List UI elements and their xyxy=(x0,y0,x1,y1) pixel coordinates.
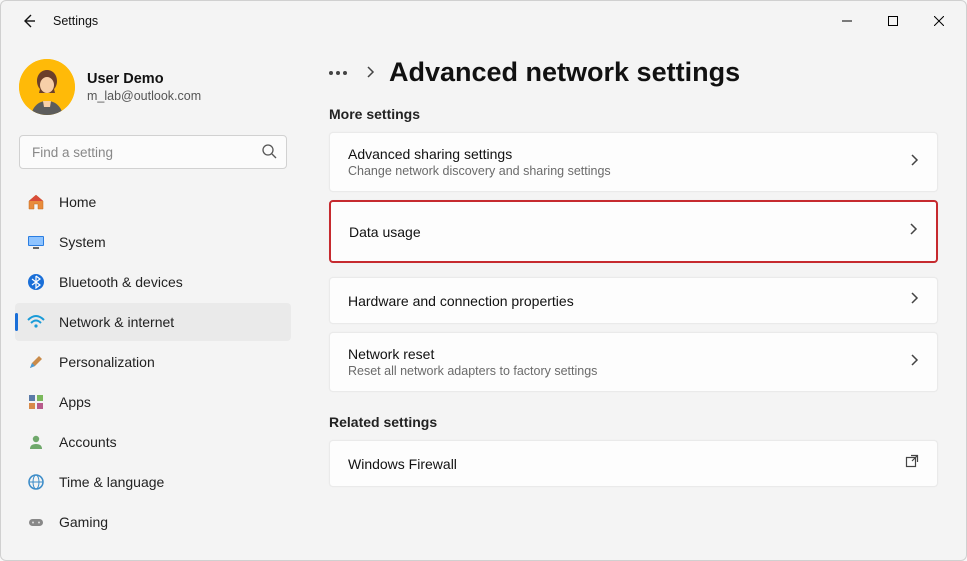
sidebar-item-label: Bluetooth & devices xyxy=(59,274,183,290)
card-title: Advanced sharing settings xyxy=(348,146,909,162)
nav-list: Home System Bluetooth & devices Network … xyxy=(15,183,291,541)
close-button[interactable] xyxy=(916,5,962,37)
sidebar-item-label: Home xyxy=(59,194,96,210)
card-data-usage[interactable]: Data usage xyxy=(329,200,938,263)
gamepad-icon xyxy=(27,513,45,531)
sidebar-item-home[interactable]: Home xyxy=(15,183,291,221)
back-button[interactable] xyxy=(15,7,43,35)
window-controls xyxy=(824,5,962,37)
card-title: Windows Firewall xyxy=(348,456,905,472)
bluetooth-icon xyxy=(27,273,45,291)
profile-email: m_lab@outlook.com xyxy=(87,89,201,103)
window-title: Settings xyxy=(53,14,98,28)
card-title: Network reset xyxy=(348,346,909,362)
paintbrush-icon xyxy=(27,353,45,371)
card-network-reset[interactable]: Network reset Reset all network adapters… xyxy=(329,332,938,392)
card-title: Hardware and connection properties xyxy=(348,293,909,309)
sidebar: User Demo m_lab@outlook.com Home System xyxy=(1,41,301,560)
sidebar-item-personalization[interactable]: Personalization xyxy=(15,343,291,381)
sidebar-item-label: Apps xyxy=(59,394,91,410)
close-icon xyxy=(934,16,944,26)
sidebar-item-label: Personalization xyxy=(59,354,155,370)
minimize-button[interactable] xyxy=(824,5,870,37)
card-subtitle: Reset all network adapters to factory se… xyxy=(348,364,909,378)
open-external-icon xyxy=(905,454,919,473)
sidebar-item-label: Accounts xyxy=(59,434,117,450)
home-icon xyxy=(27,193,45,211)
avatar xyxy=(19,59,75,115)
sidebar-item-label: Network & internet xyxy=(59,314,174,330)
sidebar-item-network[interactable]: Network & internet xyxy=(15,303,291,341)
search-input[interactable] xyxy=(19,135,287,169)
breadcrumb: Advanced network settings xyxy=(329,57,938,88)
chevron-right-icon xyxy=(365,65,375,81)
search-icon xyxy=(261,143,277,164)
sidebar-item-label: System xyxy=(59,234,106,250)
chevron-right-icon xyxy=(909,153,919,172)
section-heading-more: More settings xyxy=(329,106,938,122)
main-content: Advanced network settings More settings … xyxy=(301,41,966,560)
breadcrumb-overflow-button[interactable] xyxy=(329,71,351,75)
globe-clock-icon xyxy=(27,473,45,491)
card-title: Data usage xyxy=(349,224,908,240)
person-icon xyxy=(27,433,45,451)
settings-window: Settings User Demo xyxy=(0,0,967,561)
sidebar-item-apps[interactable]: Apps xyxy=(15,383,291,421)
sidebar-item-label: Time & language xyxy=(59,474,164,490)
card-hardware-connection[interactable]: Hardware and connection properties xyxy=(329,277,938,324)
sidebar-item-bluetooth[interactable]: Bluetooth & devices xyxy=(15,263,291,301)
minimize-icon xyxy=(842,16,852,26)
sidebar-item-gaming[interactable]: Gaming xyxy=(15,503,291,541)
profile-block[interactable]: User Demo m_lab@outlook.com xyxy=(15,53,291,131)
page-title: Advanced network settings xyxy=(389,57,740,88)
section-heading-related: Related settings xyxy=(329,414,938,430)
maximize-icon xyxy=(888,16,898,26)
titlebar: Settings xyxy=(1,1,966,41)
chevron-right-icon xyxy=(908,222,918,241)
profile-name: User Demo xyxy=(87,71,201,87)
card-windows-firewall[interactable]: Windows Firewall xyxy=(329,440,938,487)
sidebar-item-system[interactable]: System xyxy=(15,223,291,261)
sidebar-item-accounts[interactable]: Accounts xyxy=(15,423,291,461)
avatar-illustration-icon xyxy=(19,59,75,115)
system-icon xyxy=(27,233,45,251)
card-advanced-sharing[interactable]: Advanced sharing settings Change network… xyxy=(329,132,938,192)
chevron-right-icon xyxy=(909,353,919,372)
arrow-left-icon xyxy=(21,13,37,29)
sidebar-item-time-language[interactable]: Time & language xyxy=(15,463,291,501)
sidebar-item-label: Gaming xyxy=(59,514,108,530)
search-wrap xyxy=(19,135,287,169)
chevron-right-icon xyxy=(909,291,919,310)
wifi-icon xyxy=(27,313,45,331)
apps-icon xyxy=(27,393,45,411)
card-subtitle: Change network discovery and sharing set… xyxy=(348,164,909,178)
maximize-button[interactable] xyxy=(870,5,916,37)
